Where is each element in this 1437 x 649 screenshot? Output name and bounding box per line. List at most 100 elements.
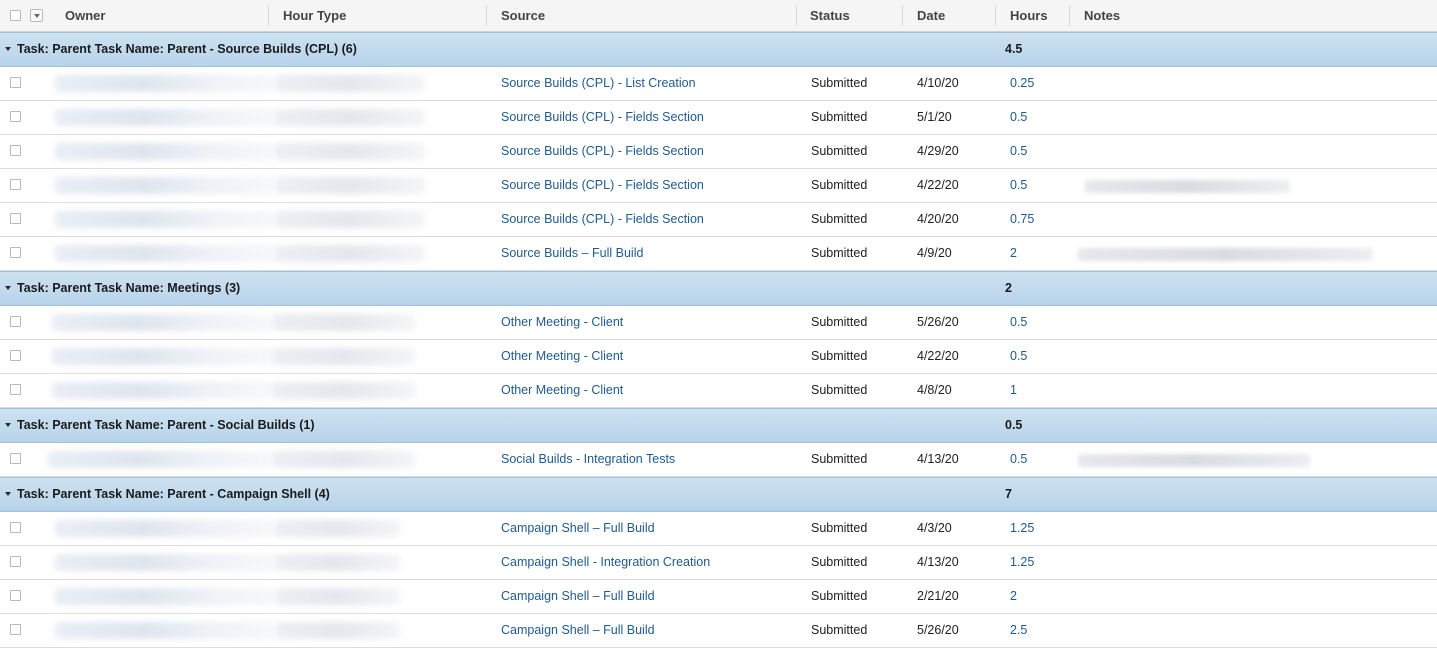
table-row[interactable]: Campaign Shell – Full Build Submitted 4/… [0,512,1437,546]
table-row[interactable]: Other Meeting - Client Submitted 4/22/20… [0,340,1437,374]
table-row[interactable]: Social Builds - Integration Tests Submit… [0,443,1437,477]
table-row[interactable]: Source Builds (CPL) - Fields Section Sub… [0,101,1437,135]
table-row[interactable]: Campaign Shell – Full Build Submitted 5/… [0,614,1437,648]
group-header[interactable]: Task: Parent Task Name: Parent - Social … [0,408,1437,443]
hours-link[interactable]: 0.5 [1010,135,1027,168]
collapse-triangle-icon[interactable] [5,492,11,496]
source-link[interactable]: Other Meeting - Client [501,340,623,373]
column-header-notes[interactable]: Notes [1084,0,1120,31]
group-header[interactable]: Task: Parent Task Name: Meetings (3) 2 [0,271,1437,306]
timesheet-grid: Owner Hour Type Source Status Date Hours… [0,0,1437,648]
owner-redacted [55,109,275,126]
source-link[interactable]: Campaign Shell - Integration Creation [501,546,710,579]
date-value: 4/13/20 [917,452,959,466]
owner-redacted [52,348,272,365]
group-header[interactable]: Task: Parent Task Name: Parent - Source … [0,32,1437,67]
select-all-checkbox[interactable] [10,10,21,21]
column-header-date[interactable]: Date [917,0,945,31]
owner-redacted [55,177,275,194]
table-row[interactable]: Source Builds (CPL) - Fields Section Sub… [0,169,1437,203]
row-checkbox[interactable] [10,111,21,122]
owner-redacted [52,314,272,331]
row-checkbox[interactable] [10,213,21,224]
column-resize-handle[interactable] [902,5,903,26]
source-link[interactable]: Source Builds (CPL) - Fields Section [501,169,704,202]
notes-redacted [1085,180,1290,193]
source-link[interactable]: Campaign Shell – Full Build [501,512,655,545]
source-link[interactable]: Campaign Shell – Full Build [501,614,655,647]
hours-link[interactable]: 1 [1010,374,1017,407]
row-checkbox[interactable] [10,145,21,156]
status-value: Submitted [811,76,868,90]
column-resize-handle[interactable] [995,5,996,26]
row-checkbox[interactable] [10,77,21,88]
source-link[interactable]: Social Builds - Integration Tests [501,443,675,476]
row-checkbox[interactable] [10,316,21,327]
column-header-status[interactable]: Status [810,0,850,31]
source-link[interactable]: Source Builds (CPL) - Fields Section [501,135,704,168]
group-total-hours: 2 [1005,281,1012,295]
source-link[interactable]: Source Builds (CPL) - Fields Section [501,101,704,134]
collapse-triangle-icon[interactable] [5,423,11,427]
header-menu-dropdown[interactable] [30,9,43,22]
table-row[interactable]: Source Builds – Full Build Submitted 4/9… [0,237,1437,271]
column-resize-handle[interactable] [796,5,797,26]
column-header-hour-type[interactable]: Hour Type [283,0,346,31]
hour-type-redacted [273,451,415,468]
source-link[interactable]: Campaign Shell – Full Build [501,580,655,613]
row-checkbox[interactable] [10,522,21,533]
table-row[interactable]: Other Meeting - Client Submitted 5/26/20… [0,306,1437,340]
source-link[interactable]: Other Meeting - Client [501,306,623,339]
column-resize-handle[interactable] [268,5,269,26]
column-resize-handle[interactable] [486,5,487,26]
table-row[interactable]: Campaign Shell – Full Build Submitted 2/… [0,580,1437,614]
group-title: Task: Parent Task Name: Meetings (3) [17,281,241,295]
status-value: Submitted [811,110,868,124]
row-checkbox[interactable] [10,179,21,190]
source-link[interactable]: Source Builds (CPL) - List Creation [501,67,696,100]
table-row[interactable]: Campaign Shell - Integration Creation Su… [0,546,1437,580]
hours-link[interactable]: 2.5 [1010,614,1027,647]
group-header[interactable]: Task: Parent Task Name: Parent - Campaig… [0,477,1437,512]
row-checkbox[interactable] [10,624,21,635]
hours-link[interactable]: 0.25 [1010,67,1034,100]
hour-type-redacted [275,554,400,571]
hours-link[interactable]: 1.25 [1010,546,1034,579]
table-row[interactable]: Source Builds (CPL) - Fields Section Sub… [0,203,1437,237]
table-row[interactable]: Source Builds (CPL) - List Creation Subm… [0,67,1437,101]
column-header-source[interactable]: Source [501,0,545,31]
date-value: 4/20/20 [917,212,959,226]
group-total-hours: 0.5 [1005,418,1023,432]
hours-link[interactable]: 0.5 [1010,443,1027,476]
column-resize-handle[interactable] [1069,5,1070,26]
hours-link[interactable]: 0.5 [1010,101,1027,134]
status-value: Submitted [811,144,868,158]
column-header-hours[interactable]: Hours [1010,0,1048,31]
date-value: 4/22/20 [917,178,959,192]
hours-link[interactable]: 0.5 [1010,306,1027,339]
row-checkbox[interactable] [10,384,21,395]
hours-link[interactable]: 0.5 [1010,169,1027,202]
owner-redacted [55,588,275,605]
hours-link[interactable]: 1.25 [1010,512,1034,545]
hours-link[interactable]: 0.5 [1010,340,1027,373]
table-row[interactable]: Other Meeting - Client Submitted 4/8/20 … [0,374,1437,408]
hours-link[interactable]: 2 [1010,237,1017,270]
collapse-triangle-icon[interactable] [5,286,11,290]
source-link[interactable]: Other Meeting - Client [501,374,623,407]
row-checkbox[interactable] [10,453,21,464]
hours-link[interactable]: 0.75 [1010,203,1034,236]
date-value: 4/9/20 [917,246,952,260]
row-checkbox[interactable] [10,350,21,361]
source-link[interactable]: Source Builds – Full Build [501,237,643,270]
grid-header: Owner Hour Type Source Status Date Hours… [0,0,1437,32]
row-checkbox[interactable] [10,247,21,258]
column-header-owner[interactable]: Owner [65,0,105,31]
status-value: Submitted [811,178,868,192]
hours-link[interactable]: 2 [1010,580,1017,613]
row-checkbox[interactable] [10,590,21,601]
collapse-triangle-icon[interactable] [5,47,11,51]
source-link[interactable]: Source Builds (CPL) - Fields Section [501,203,704,236]
table-row[interactable]: Source Builds (CPL) - Fields Section Sub… [0,135,1437,169]
row-checkbox[interactable] [10,556,21,567]
